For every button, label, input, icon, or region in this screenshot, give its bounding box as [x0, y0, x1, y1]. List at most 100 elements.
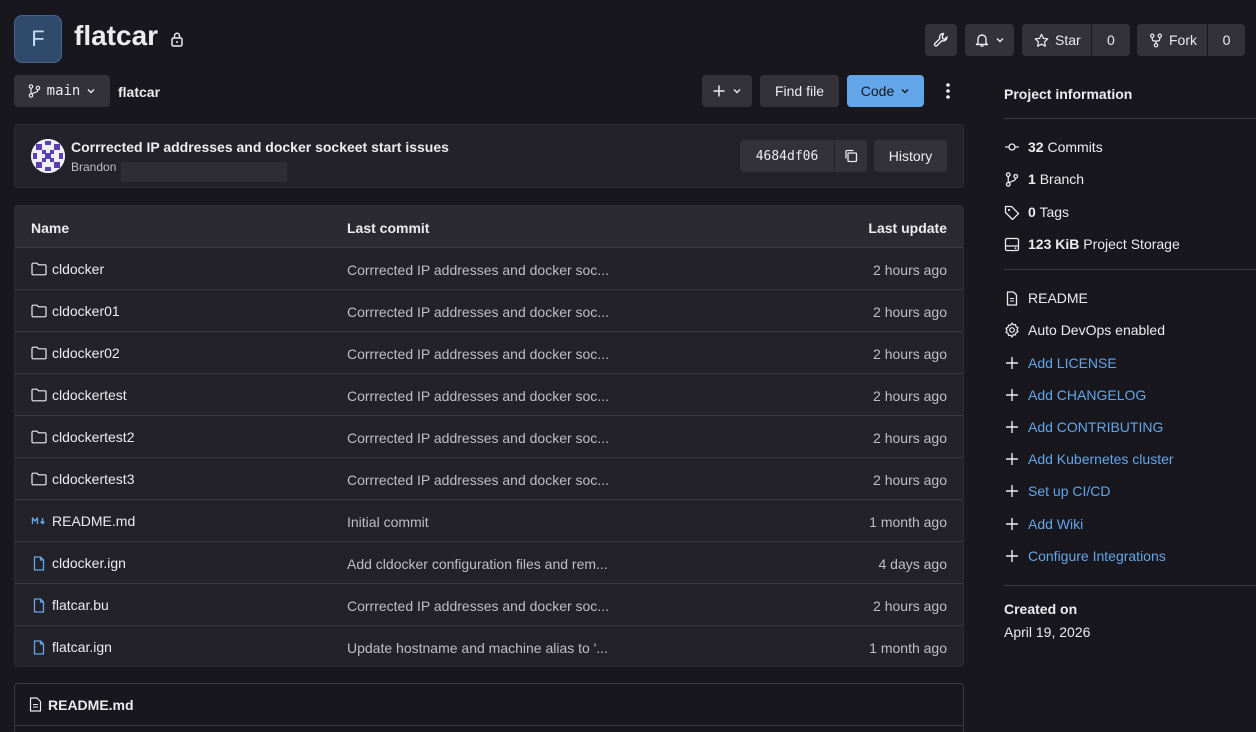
notifications-button[interactable] [965, 24, 1014, 56]
plus-icon [1004, 451, 1020, 467]
file-name[interactable]: flatcar.bu [52, 597, 109, 613]
table-row[interactable]: cldocker Corrrected IP addresses and dock… [15, 248, 963, 290]
folder-icon [31, 304, 47, 318]
table-row[interactable]: cldockertest2 Corrrected IP addresses and… [15, 416, 963, 458]
sidebar-item-auto-devops-enabled[interactable]: Auto DevOps enabled [1004, 322, 1165, 338]
stat-commits[interactable]: 32 Commits [1004, 139, 1103, 155]
stat-text: 1 Branch [1028, 171, 1084, 187]
stat-count: 1 [1028, 171, 1036, 187]
sidebar-item-label: Auto DevOps enabled [1028, 322, 1165, 338]
plus-icon [712, 84, 726, 98]
divider [1004, 585, 1256, 586]
stat-tags[interactable]: 0 Tags [1004, 204, 1069, 220]
last-commit-message[interactable]: Corrrected IP addresses and docker soc..… [347, 262, 609, 278]
sidebar-item-label: Add Kubernetes cluster [1028, 451, 1174, 467]
file-name[interactable]: cldocker [52, 261, 104, 277]
project-avatar[interactable]: F [14, 15, 62, 63]
file-name[interactable]: cldockertest3 [52, 471, 134, 487]
history-button[interactable]: History [874, 140, 947, 172]
file-name-cell[interactable]: cldocker [31, 261, 104, 277]
fork-button[interactable]: Fork 0 [1137, 24, 1245, 56]
last-commit-message[interactable]: Corrrected IP addresses and docker soc..… [347, 304, 609, 320]
table-row[interactable]: cldocker02 Corrrected IP addresses and do… [15, 332, 963, 374]
last-update-time: 1 month ago [869, 514, 947, 530]
file-name-cell[interactable]: cldockertest3 [31, 471, 134, 487]
last-commit-message[interactable]: Corrrected IP addresses and docker soc..… [347, 346, 609, 362]
last-commit-message[interactable]: Corrrected IP addresses and docker soc..… [347, 472, 609, 488]
star-button[interactable]: Star 0 [1022, 24, 1130, 56]
breadcrumb[interactable]: flatcar [118, 84, 160, 100]
copy-sha-button[interactable] [835, 140, 867, 172]
file-name[interactable]: README.md [52, 513, 135, 529]
file-name-cell[interactable]: cldocker02 [31, 345, 120, 361]
sidebar-item-add-license[interactable]: Add LICENSE [1004, 355, 1117, 371]
file-name-cell[interactable]: flatcar.bu [31, 597, 109, 613]
commit-author[interactable]: Brandon [71, 160, 116, 174]
stat-label: Tags [1039, 204, 1070, 220]
file-name[interactable]: cldockertest [52, 387, 127, 403]
fork-count[interactable]: 0 [1208, 32, 1245, 48]
sidebar-item-add-contributing[interactable]: Add CONTRIBUTING [1004, 419, 1163, 435]
folder-icon [31, 430, 47, 444]
table-row[interactable]: cldocker.ign Add cldocker configuration f… [15, 542, 963, 584]
file-name[interactable]: cldocker.ign [52, 555, 126, 571]
sidebar-item-add-changelog[interactable]: Add CHANGELOG [1004, 387, 1146, 403]
file-name[interactable]: cldocker01 [52, 303, 120, 319]
branch-selector[interactable]: main [14, 75, 110, 107]
table-row[interactable]: cldockertest Corrrected IP addresses and … [15, 374, 963, 416]
commit-sha[interactable]: 4684df06 [740, 140, 834, 172]
file-name-cell[interactable]: README.md [31, 513, 135, 529]
file-name-cell[interactable]: cldockertest [31, 387, 127, 403]
stat-label: Project Storage [1083, 236, 1180, 252]
readme-header: README.md [15, 684, 963, 726]
file-icon [31, 639, 47, 655]
add-dropdown-button[interactable] [702, 75, 752, 107]
readme-title[interactable]: README.md [48, 697, 134, 713]
last-commit-message[interactable]: Add cldocker configuration files and rem… [347, 556, 608, 572]
stat-branch[interactable]: 1 Branch [1004, 171, 1084, 187]
kebab-icon [938, 78, 958, 106]
sidebar-item-configure-integrations[interactable]: Configure Integrations [1004, 548, 1166, 564]
table-row[interactable]: flatcar.ign Update hostname and machine a… [15, 626, 963, 666]
plus-icon [1004, 419, 1020, 435]
sidebar-item-label: Configure Integrations [1028, 548, 1166, 564]
file-name[interactable]: cldocker02 [52, 345, 120, 361]
commit-message[interactable]: Corrrected IP addresses and docker socke… [71, 139, 449, 155]
last-update-time: 2 hours ago [873, 472, 947, 488]
star-count[interactable]: 0 [1092, 32, 1130, 48]
author-avatar[interactable] [31, 139, 65, 173]
sidebar-item-label: README [1028, 290, 1088, 306]
last-commit-message[interactable]: Corrrected IP addresses and docker soc..… [347, 388, 609, 404]
file-name[interactable]: flatcar.ign [52, 639, 112, 655]
find-file-button[interactable]: Find file [760, 75, 839, 107]
sidebar-item-set-up-ci-cd[interactable]: Set up CI/CD [1004, 483, 1110, 499]
sidebar-item-label: Add Wiki [1028, 516, 1084, 532]
table-row[interactable]: cldocker01 Corrrected IP addresses and do… [15, 290, 963, 332]
last-commit-message[interactable]: Corrrected IP addresses and docker soc..… [347, 430, 609, 446]
sidebar-item-add-kubernetes-cluster[interactable]: Add Kubernetes cluster [1004, 451, 1174, 467]
stat-project-storage[interactable]: 123 KiB Project Storage [1004, 236, 1180, 252]
sidebar-item-readme[interactable]: README [1004, 290, 1088, 306]
file-name-cell[interactable]: cldocker01 [31, 303, 120, 319]
table-row[interactable]: README.md Initial commit 1 month ago [15, 500, 963, 542]
file-name-cell[interactable]: flatcar.ign [31, 639, 112, 655]
file-name[interactable]: cldockertest2 [52, 429, 134, 445]
file-name-cell[interactable]: cldockertest2 [31, 429, 134, 445]
stat-text: 123 KiB Project Storage [1028, 236, 1180, 252]
file-name-cell[interactable]: cldocker.ign [31, 555, 126, 571]
last-commit-message[interactable]: Corrrected IP addresses and docker soc..… [347, 598, 609, 614]
latest-commit-panel: Corrrected IP addresses and docker socke… [14, 124, 964, 188]
table-row[interactable]: flatcar.bu Corrrected IP addresses and do… [15, 584, 963, 626]
last-commit-message[interactable]: Initial commit [347, 514, 429, 530]
code-button[interactable]: Code [847, 75, 924, 107]
branch-icon [1004, 171, 1020, 187]
settings-button[interactable] [925, 24, 957, 56]
table-row[interactable]: cldockertest3 Corrrected IP addresses and… [15, 458, 963, 500]
column-name: Name [31, 220, 70, 236]
divider [1004, 118, 1256, 119]
sidebar-item-add-wiki[interactable]: Add Wiki [1004, 516, 1083, 532]
more-actions-button[interactable] [938, 78, 958, 106]
folder-icon [31, 388, 47, 402]
last-commit-message[interactable]: Update hostname and machine alias to '..… [347, 640, 608, 656]
sidebar-item-label: Add LICENSE [1028, 355, 1117, 371]
